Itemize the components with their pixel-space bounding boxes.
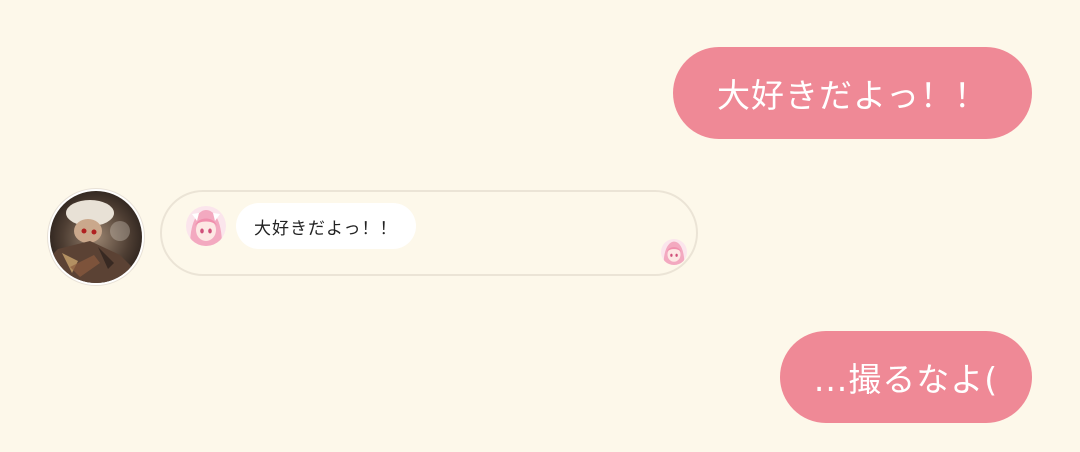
anime-character-avatar-icon [186, 206, 226, 246]
user-photo-avatar-icon [50, 191, 142, 283]
sender-avatar[interactable] [50, 191, 142, 283]
reaction-avatar [661, 239, 687, 265]
outgoing-message-bubble[interactable]: 大好きだよっ！！ [673, 47, 1032, 139]
anime-character-avatar-icon [661, 239, 687, 265]
shared-sender-avatar [186, 206, 226, 246]
shared-message-text: 大好きだよっ！！ [236, 203, 416, 249]
outgoing-message-bubble[interactable]: ...撮るなよ( [780, 331, 1032, 423]
